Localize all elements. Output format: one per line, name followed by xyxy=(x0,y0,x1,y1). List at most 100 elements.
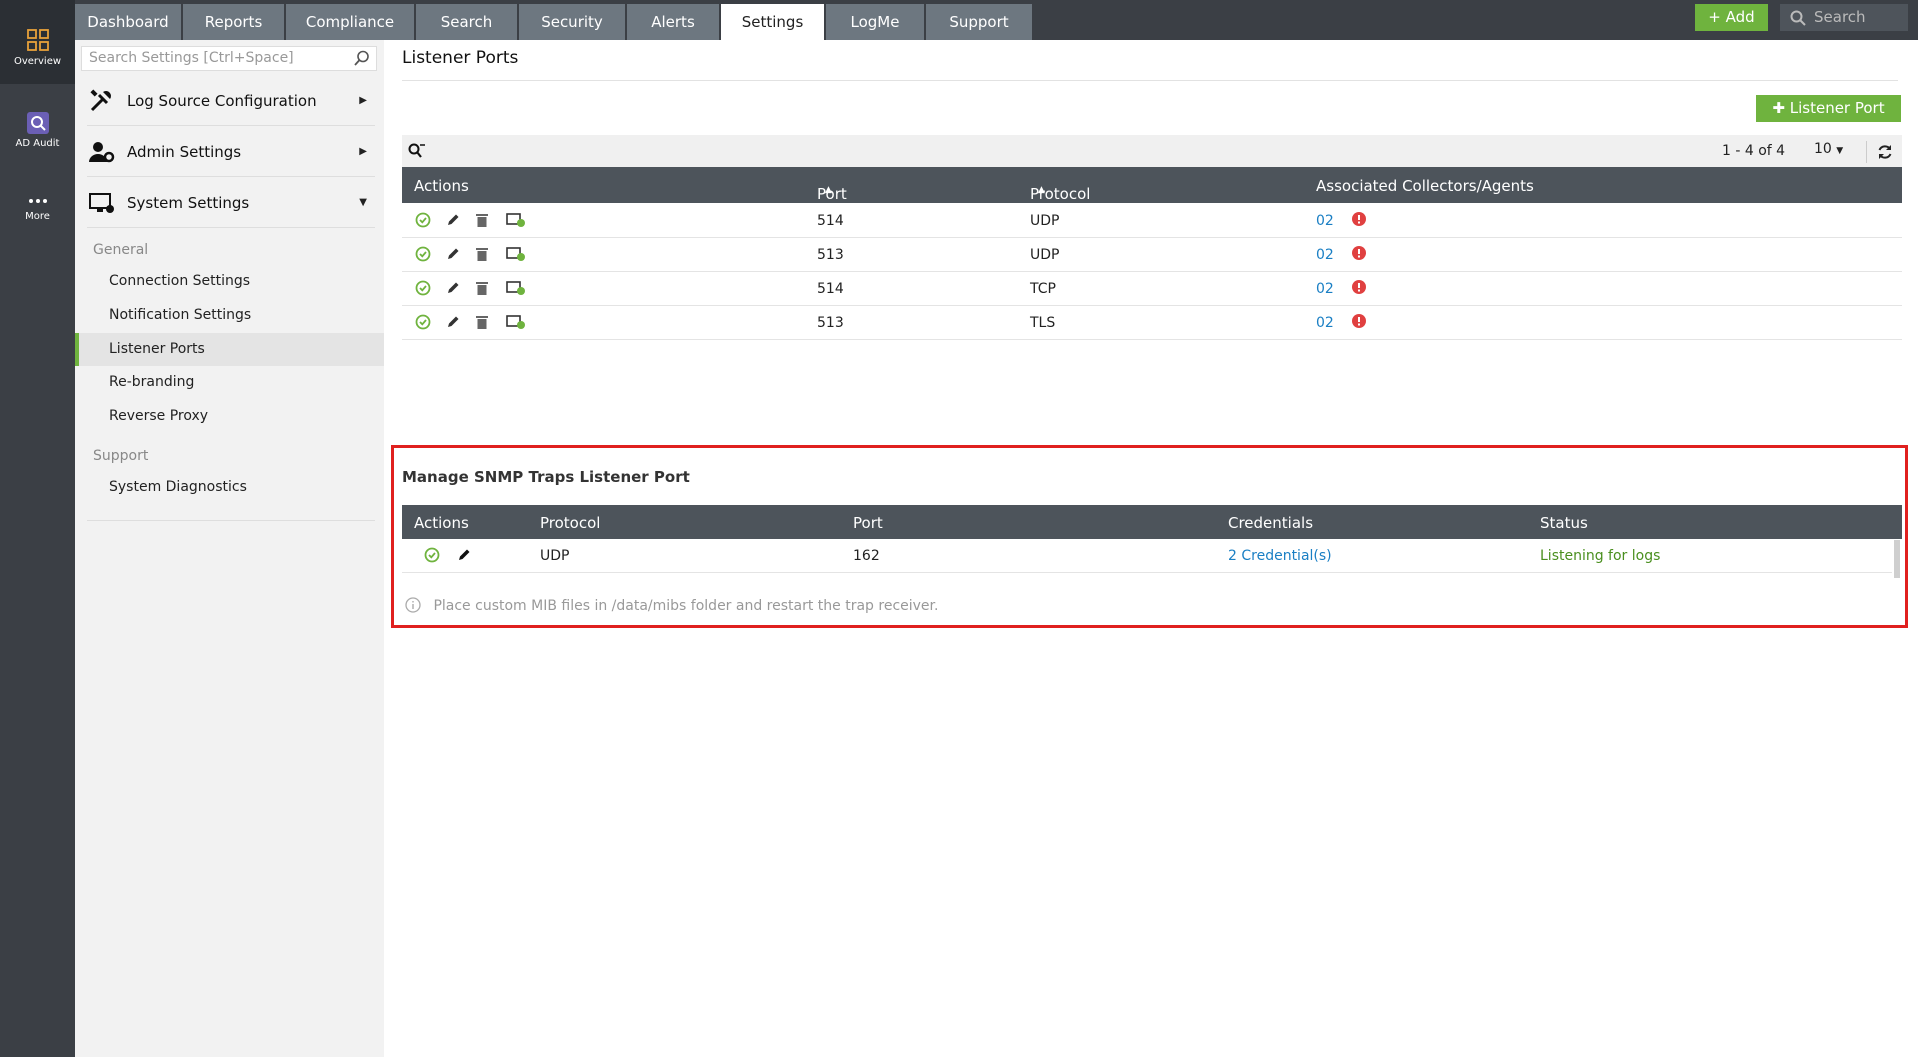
error-alert-icon[interactable] xyxy=(1352,280,1366,294)
caret-right-icon: ▶ xyxy=(359,95,367,106)
top-search-input[interactable]: Search xyxy=(1780,4,1908,31)
collector-status-icon[interactable] xyxy=(506,314,526,330)
tab-search[interactable]: Search xyxy=(416,4,517,40)
snmp-col-credentials: Credentials xyxy=(1228,514,1314,532)
cell-collectors-link[interactable]: 02 xyxy=(1316,247,1334,263)
col-collectors: Associated Collectors/Agents xyxy=(1316,177,1534,195)
rail-item-more[interactable]: More xyxy=(0,195,75,240)
snmp-section-title: Manage SNMP Traps Listener Port xyxy=(402,468,690,486)
tools-icon xyxy=(90,89,111,112)
search-icon xyxy=(354,50,369,66)
cell-protocol: UDP xyxy=(1030,247,1060,263)
sidebar-cat-admin[interactable]: Admin Settings ▶ xyxy=(87,127,375,177)
tab-logme[interactable]: LogMe xyxy=(826,4,924,40)
sort-asc-icon: ▲ xyxy=(825,185,832,195)
sidebar-item-connection-settings[interactable]: Connection Settings xyxy=(75,265,384,298)
enable-check-icon[interactable] xyxy=(415,212,431,228)
per-page-value: 10 xyxy=(1814,141,1832,157)
tab-compliance[interactable]: Compliance xyxy=(286,4,414,40)
tab-reports[interactable]: Reports xyxy=(183,4,284,40)
error-alert-icon[interactable] xyxy=(1352,246,1366,260)
add-listener-port-label: Listener Port xyxy=(1789,99,1885,117)
table-row: 513 UDP 02 xyxy=(402,238,1902,272)
left-rail: Overview AD Audit More xyxy=(0,0,75,1057)
plus-icon: ✚ xyxy=(1772,99,1785,117)
caret-down-icon: ▼ xyxy=(1836,146,1844,156)
delete-trash-icon[interactable] xyxy=(475,280,489,296)
snmp-scrollbar[interactable] xyxy=(1894,540,1900,578)
more-dots-icon xyxy=(28,199,47,203)
cell-collectors-link[interactable]: 02 xyxy=(1316,315,1334,331)
pagination-info: 1 - 4 of 4 xyxy=(1722,143,1786,159)
caret-down-icon: ▼ xyxy=(359,197,367,208)
top-nav: Dashboard Reports Compliance Search Secu… xyxy=(75,0,1918,40)
snmp-cell-protocol: UDP xyxy=(540,548,570,564)
admin-user-gear-icon xyxy=(89,142,115,163)
tab-alerts[interactable]: Alerts xyxy=(627,4,719,40)
top-search-placeholder: Search xyxy=(1814,8,1866,26)
snmp-note-text: Place custom MIB files in /data/mibs fol… xyxy=(433,598,939,614)
tab-dashboard[interactable]: Dashboard xyxy=(75,4,181,40)
edit-pencil-icon[interactable] xyxy=(445,212,461,228)
cell-collectors-link[interactable]: 02 xyxy=(1316,213,1334,229)
snmp-credentials-link[interactable]: 2 Credential(s) xyxy=(1228,548,1332,564)
edit-pencil-icon[interactable] xyxy=(445,246,461,262)
edit-pencil-icon[interactable] xyxy=(456,547,472,563)
error-alert-icon[interactable] xyxy=(1352,212,1366,226)
tab-support[interactable]: Support xyxy=(926,4,1032,40)
sidebar-item-notification-settings[interactable]: Notification Settings xyxy=(75,299,384,332)
edit-pencil-icon[interactable] xyxy=(445,314,461,330)
tab-settings[interactable]: Settings xyxy=(721,4,824,40)
snmp-col-protocol: Protocol xyxy=(540,514,601,532)
sidebar-item-reverse-proxy[interactable]: Reverse Proxy xyxy=(75,400,384,433)
delete-trash-icon[interactable] xyxy=(475,314,489,330)
table-toolbar: 1 - 4 of 4 10 ▼ xyxy=(402,135,1902,167)
delete-trash-icon[interactable] xyxy=(475,212,489,228)
sidebar-cat-system[interactable]: System Settings ▼ xyxy=(87,178,375,228)
collector-status-icon[interactable] xyxy=(506,280,526,296)
info-icon xyxy=(405,597,421,613)
rail-item-ad-audit[interactable]: AD Audit xyxy=(0,112,75,162)
rail-item-overview[interactable]: Overview xyxy=(0,0,75,84)
search-icon xyxy=(1790,10,1806,26)
cell-protocol: TCP xyxy=(1030,281,1056,297)
sidebar-cat-log-source[interactable]: Log Source Configuration ▶ xyxy=(87,76,375,126)
enable-check-icon[interactable] xyxy=(415,314,431,330)
sort-asc-icon: ▲ xyxy=(1038,185,1045,195)
ad-audit-icon xyxy=(26,112,49,134)
rail-label-overview: Overview xyxy=(13,56,62,67)
group-label-general: General xyxy=(93,242,149,258)
edit-pencil-icon[interactable] xyxy=(445,280,461,296)
monitor-gear-icon xyxy=(89,193,114,213)
delete-trash-icon[interactable] xyxy=(475,246,489,262)
snmp-col-status: Status xyxy=(1540,514,1588,532)
title-divider xyxy=(402,80,1898,81)
snmp-info-note: Place custom MIB files in /data/mibs fol… xyxy=(405,597,938,614)
snmp-status-text: Listening for logs xyxy=(1540,548,1661,564)
table-search-icon[interactable] xyxy=(408,143,426,159)
settings-search-input[interactable]: Search Settings [Ctrl+Space] xyxy=(81,46,377,71)
enable-check-icon[interactable] xyxy=(424,547,440,563)
plus-icon: + xyxy=(1708,8,1721,26)
error-alert-icon[interactable] xyxy=(1352,314,1366,328)
group-label-support: Support xyxy=(93,448,149,464)
add-listener-port-button[interactable]: ✚ Listener Port xyxy=(1756,95,1901,122)
table-row: 514 TCP 02 xyxy=(402,272,1902,306)
enable-check-icon[interactable] xyxy=(415,280,431,296)
sidebar-item-system-diagnostics[interactable]: System Diagnostics xyxy=(75,471,384,504)
add-button[interactable]: + Add xyxy=(1695,4,1768,31)
sidebar-cat-label: Admin Settings xyxy=(127,143,242,161)
collector-status-icon[interactable] xyxy=(506,246,526,262)
per-page-select[interactable]: 10 ▼ xyxy=(1814,141,1843,157)
page-title: Listener Ports xyxy=(402,48,519,68)
refresh-button[interactable] xyxy=(1866,141,1902,163)
sidebar-item-listener-ports[interactable]: Listener Ports xyxy=(75,333,384,366)
refresh-icon xyxy=(1878,145,1891,159)
cell-collectors-link[interactable]: 02 xyxy=(1316,281,1334,297)
enable-check-icon[interactable] xyxy=(415,246,431,262)
tab-security[interactable]: Security xyxy=(519,4,625,40)
sidebar-item-re-branding[interactable]: Re-branding xyxy=(75,366,384,399)
snmp-col-actions: Actions xyxy=(414,514,469,532)
collector-status-icon[interactable] xyxy=(506,212,526,228)
sidebar-cat-label: System Settings xyxy=(127,194,250,212)
